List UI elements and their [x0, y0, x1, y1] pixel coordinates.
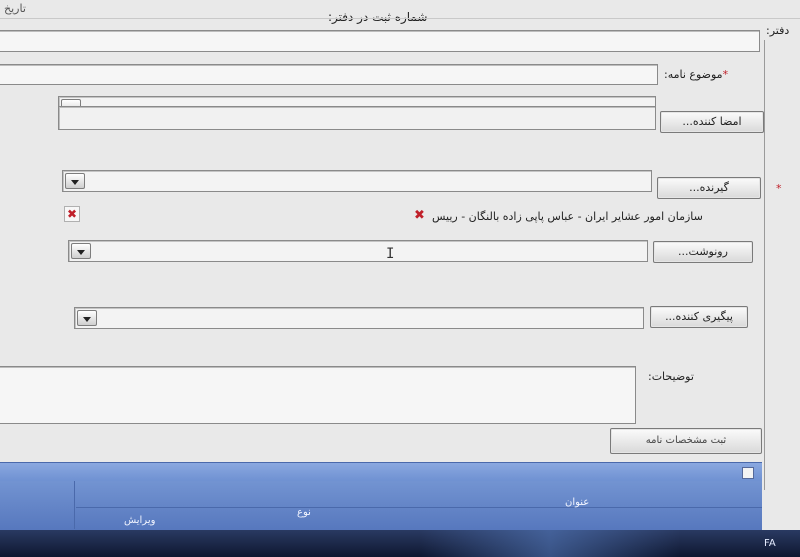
subject-input[interactable]	[0, 64, 658, 85]
recipient-button[interactable]: گیرنده...	[657, 177, 761, 199]
register-number-label: شماره ثبت در دفتر:	[328, 10, 428, 24]
language-indicator[interactable]: FA	[764, 538, 776, 549]
signer-button[interactable]: امضا کننده...	[660, 111, 764, 133]
office-label: دفتر:	[766, 24, 790, 37]
grid-column-title[interactable]: عنوان	[565, 497, 589, 508]
subject-label: *موضوع نامه:	[664, 68, 729, 81]
grid-column-divider	[74, 481, 75, 529]
top-divider	[0, 18, 800, 19]
grid-toolbar	[0, 463, 762, 481]
follow-up-button[interactable]: پیگیری کننده...	[650, 306, 748, 328]
cc-button[interactable]: رونوشت...	[653, 241, 753, 263]
date-label: تاریخ	[4, 2, 26, 15]
signer-list	[58, 106, 656, 130]
grid-column-type[interactable]: نوع	[297, 507, 311, 518]
chevron-down-icon[interactable]	[65, 173, 85, 189]
cc-combo[interactable]	[68, 240, 648, 262]
grid-checkbox[interactable]	[742, 467, 754, 479]
submit-button[interactable]: ثبت مشخصات نامه	[610, 428, 762, 454]
required-marker: *	[722, 68, 729, 81]
follow-up-combo[interactable]	[74, 307, 644, 329]
office-field[interactable]	[0, 30, 760, 52]
chevron-down-icon[interactable]	[77, 310, 97, 326]
taskbar-glow	[420, 530, 680, 557]
description-textarea[interactable]	[0, 366, 636, 424]
attachments-grid: عنوان نوع ویرایش	[0, 462, 762, 531]
remove-x-icon[interactable]: ✖	[414, 209, 425, 222]
recipient-combo[interactable]	[62, 170, 652, 192]
recipient-entry: سازمان امور عشایر ایران - عباس پاپی زاده…	[432, 210, 703, 223]
right-frame-line	[764, 40, 765, 490]
recipient-required-marker: *	[776, 182, 782, 195]
grid-row-divider	[76, 507, 762, 508]
text-cursor-icon: I	[386, 246, 395, 262]
taskbar: FA	[0, 530, 800, 557]
grid-column-edit[interactable]: ویرایش	[124, 515, 155, 526]
chevron-down-icon[interactable]	[71, 243, 91, 259]
remove-x-icon[interactable]: ✖	[64, 206, 80, 222]
description-label: توضیحات:	[648, 370, 694, 383]
